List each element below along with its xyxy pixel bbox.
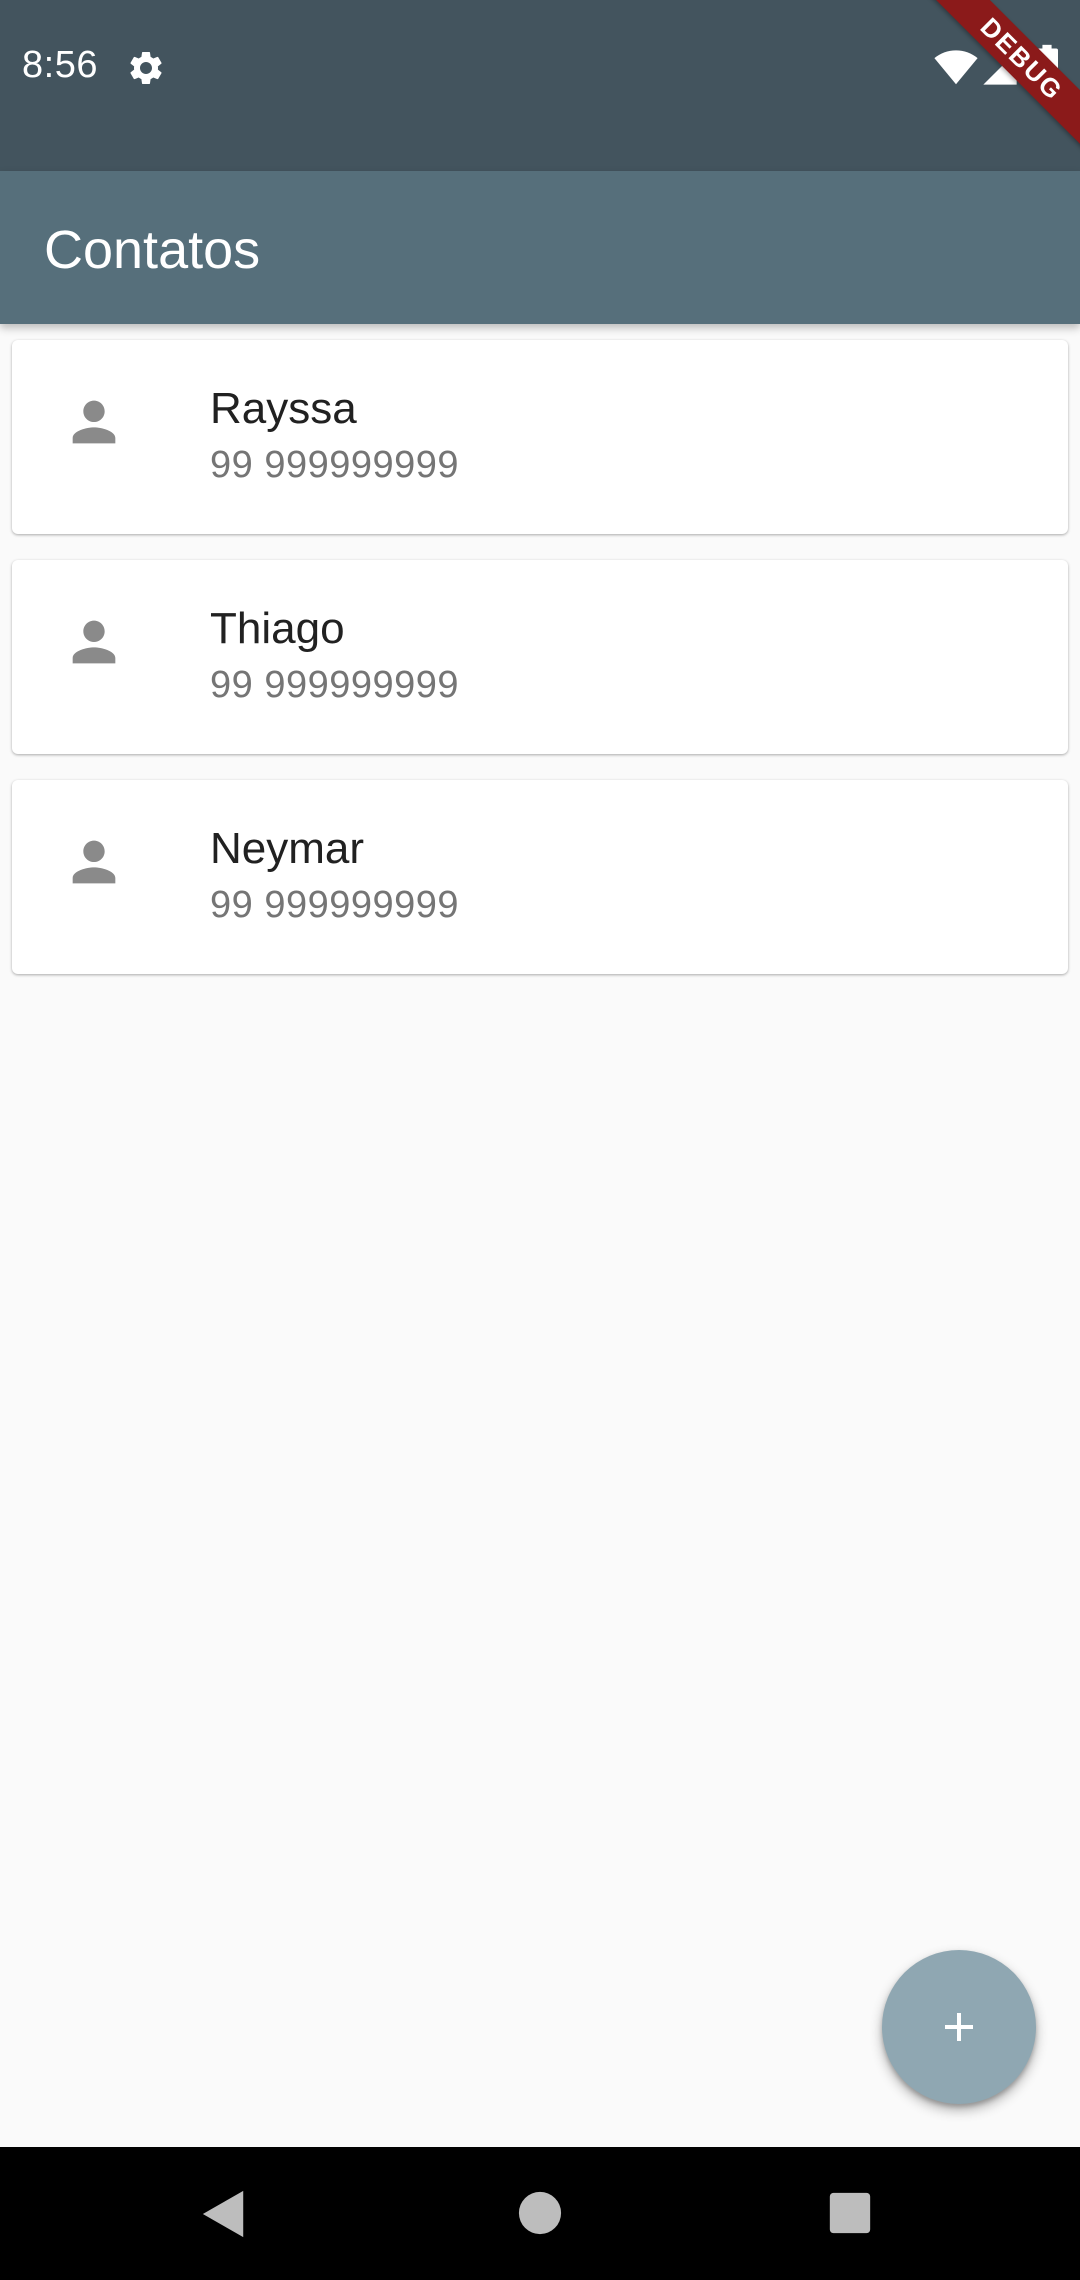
contact-phone: 99 999999999	[210, 884, 460, 926]
person-icon	[72, 840, 116, 884]
contact-card[interactable]: Thiago 99 999999999	[12, 560, 1068, 754]
contact-list: Rayssa 99 999999999 Thiago 99 999999999 …	[12, 340, 1068, 1000]
app-bar: Contatos	[0, 171, 1080, 324]
status-bar: 8:56 DEBUG	[0, 0, 1080, 171]
gear-icon	[130, 51, 162, 84]
screen: 8:56 DEBUG Contatos Rayssa 99 999999999	[0, 0, 1080, 2280]
status-time: 8:56	[22, 44, 98, 86]
plus-icon	[945, 2013, 973, 2041]
page-title: Contatos	[44, 220, 261, 280]
contact-card[interactable]: Rayssa 99 999999999	[12, 340, 1068, 534]
wifi-icon	[934, 50, 978, 85]
contact-name: Rayssa	[210, 384, 357, 433]
recents-icon[interactable]	[828, 2191, 872, 2235]
contact-phone: 99 999999999	[210, 664, 460, 706]
back-icon[interactable]	[200, 2189, 248, 2239]
person-icon	[72, 400, 116, 444]
nav-bar	[0, 2147, 1080, 2280]
person-icon	[72, 620, 116, 664]
contact-phone: 99 999999999	[210, 444, 460, 486]
contact-name: Neymar	[210, 824, 365, 873]
add-contact-button[interactable]	[882, 1950, 1036, 2104]
home-icon[interactable]	[518, 2191, 562, 2235]
contact-card[interactable]: Neymar 99 999999999	[12, 780, 1068, 974]
contact-name: Thiago	[210, 604, 345, 653]
